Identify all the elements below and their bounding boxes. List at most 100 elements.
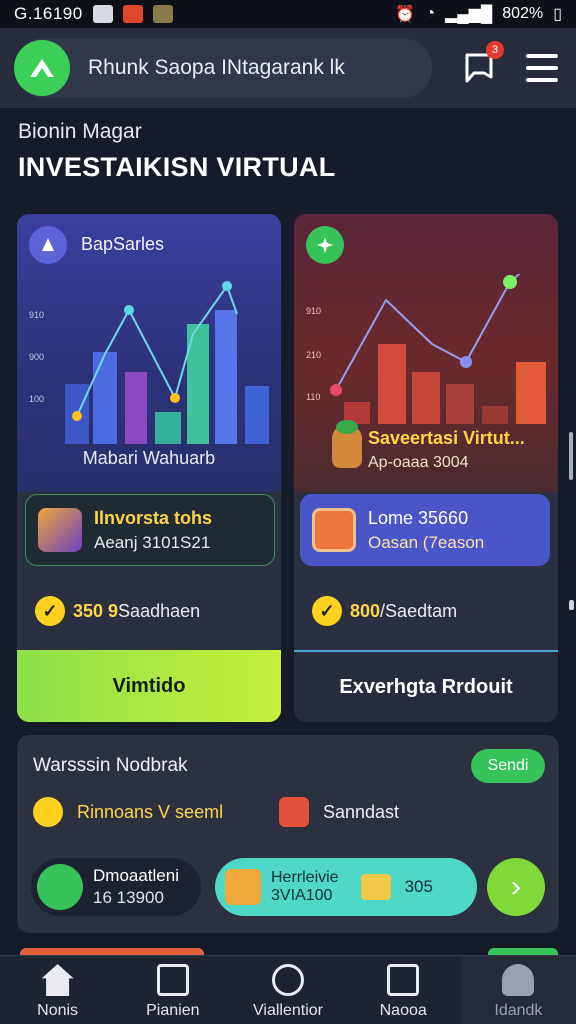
scroll-marker [569, 600, 574, 610]
greeting-text: Bionin Magar [18, 120, 142, 143]
mini-card-subtitle: 16 13900 [93, 888, 164, 907]
app-title-pill[interactable]: Rhunk Saopa INtagarank lk [14, 38, 432, 98]
card-stat: ✓ 350 9 Saadhaen [35, 596, 200, 626]
card-badge-icon [306, 226, 344, 264]
mail-icon [92, 5, 113, 23]
photo-icon [152, 5, 173, 23]
chart-bar [215, 310, 237, 444]
check-icon: ✓ [312, 596, 342, 626]
nav-item-label: Idandk [494, 1002, 543, 1019]
card-1-chart: 910 900 100 [29, 281, 269, 444]
chart-point [330, 384, 342, 396]
card-caption-subtitle: Ap-oaaa 3004 [368, 454, 469, 471]
chart-point [72, 411, 82, 421]
wallet-icon [312, 508, 356, 552]
panel-title: Warsssin Nodbrak [33, 755, 188, 776]
chevron-right-icon[interactable]: › [487, 858, 545, 916]
chart-point [460, 356, 472, 368]
investment-card-2[interactable]: 910 210 110 Saveertasi Virtut... Ap-oaaa… [294, 214, 558, 722]
panel-item-a[interactable]: Rinnoans V seeml [33, 797, 223, 827]
chart-point [503, 275, 517, 289]
chart-point [170, 393, 180, 403]
chart-bar [446, 384, 474, 424]
info-subtitle: Oasan (7eason [368, 532, 485, 552]
card-cta-button[interactable]: Vimtido [17, 650, 281, 722]
clipboard-icon [387, 964, 420, 996]
info-subtitle: Aeanj 3101S21 [94, 532, 211, 552]
card-info-box[interactable]: Lome 35660 Oasan (7eason [300, 494, 550, 566]
chart-bar [155, 412, 181, 444]
card-caption-title: Saveertasi Virtut... [368, 428, 525, 448]
notification-button[interactable]: 3 [462, 41, 504, 85]
card-info-box[interactable]: Ilnvorsta tohs Aeanj 3101S21 [25, 494, 275, 566]
nav-item-label: Naooa [379, 1002, 427, 1019]
coin-stack-icon [360, 874, 391, 900]
panel-item-label: Rinnoans V seeml [77, 801, 224, 822]
battery-percent: 802% [502, 5, 544, 22]
card-icon [279, 797, 309, 827]
card-2-chart: 910 210 110 [306, 274, 546, 424]
mini-card-title: Herrleivie [271, 869, 339, 886]
chart-bar [125, 372, 147, 444]
wifi-icon: ◔ [425, 5, 435, 22]
chart-bar [412, 372, 440, 424]
page-headline: INVESTAIKISN VIRTUAL [18, 152, 336, 182]
alarm-icon: ⏰ [395, 6, 416, 23]
y-tick: 910 [29, 310, 44, 320]
document-icon [37, 864, 83, 910]
chart-bar [245, 386, 269, 444]
app-title: Rhunk Saopa INtagarank lk [88, 56, 345, 79]
card-badge-icon [29, 226, 67, 264]
send-button[interactable]: Sendi [471, 749, 545, 783]
nav-item-label: Nonis [37, 1002, 79, 1019]
stat-value: 350 9 [73, 600, 119, 621]
mini-card-amount: 305 [404, 877, 433, 896]
nav-item-plans[interactable]: Pianien [115, 956, 230, 1024]
top-bar: Rhunk Saopa INtagarank lk 3 [0, 28, 576, 108]
nav-item-label: Pianien [146, 1002, 200, 1019]
nav-item-home[interactable]: Nonis [0, 956, 115, 1024]
investment-card-1[interactable]: BapSarles 910 900 100 Mabari Wahuarb Iln… [17, 214, 281, 722]
y-tick: 100 [29, 394, 44, 404]
info-title: Lome 35660 [368, 507, 469, 528]
card-stat: ✓ 800 /Saedtam [312, 596, 457, 626]
y-tick: 910 [306, 306, 321, 316]
mini-card-subtitle: 3VIA100 [271, 887, 333, 904]
chart-bar [93, 352, 117, 444]
notifications-panel: Warsssin Nodbrak Sendi Rinnoans V seeml … [17, 735, 559, 933]
card-cta-button[interactable]: Exverhgta Rrdouit [294, 650, 558, 722]
panel-item-b[interactable]: Sanndast [279, 797, 399, 827]
app-logo-icon [14, 40, 70, 96]
bottom-navigation: Nonis Pianien Viallentior Naooa Idandk [0, 955, 576, 1024]
stat-value: 800 [350, 600, 381, 621]
notification-badge: 3 [486, 41, 504, 59]
wallet-icon [272, 964, 304, 996]
stat-label: /Saedtam [380, 600, 458, 621]
y-tick: 900 [29, 352, 44, 362]
nav-item-wallet[interactable]: Viallentior [230, 956, 345, 1024]
mini-card-b[interactable]: Herrleivie 3VIA100 305 [215, 858, 477, 916]
check-icon: ✓ [35, 596, 65, 626]
battery-icon: ▯ [553, 6, 562, 23]
chart-point [124, 305, 134, 315]
panel-item-label: Sanndast [323, 801, 400, 822]
nav-item-profile[interactable]: Idandk [460, 956, 576, 1024]
y-tick: 110 [306, 392, 320, 402]
info-title: Ilnvorsta tohs [94, 507, 213, 528]
y-tick: 210 [306, 350, 321, 360]
home-icon [41, 964, 74, 996]
scroll-indicator[interactable] [569, 432, 573, 480]
chart-bar [378, 344, 406, 424]
nav-item-news[interactable]: Naooa [346, 956, 461, 1024]
document-icon [156, 964, 189, 996]
card-caption: Mabari Wahuarb [82, 448, 216, 468]
tools-icon [225, 869, 261, 905]
hamburger-menu-icon[interactable] [526, 54, 558, 82]
coin-icon [33, 797, 63, 827]
status-bar: G.16190 ⏰ ◔ ▂▄▆█ 802% ▯ [0, 0, 576, 28]
stat-label: Saadhaen [118, 600, 201, 621]
mini-card-a[interactable]: Dmoaatleni 16 13900 [31, 858, 201, 916]
app-notification-icon [122, 5, 143, 23]
chart-bar [516, 362, 546, 424]
card-title: BapSarles [81, 234, 165, 254]
